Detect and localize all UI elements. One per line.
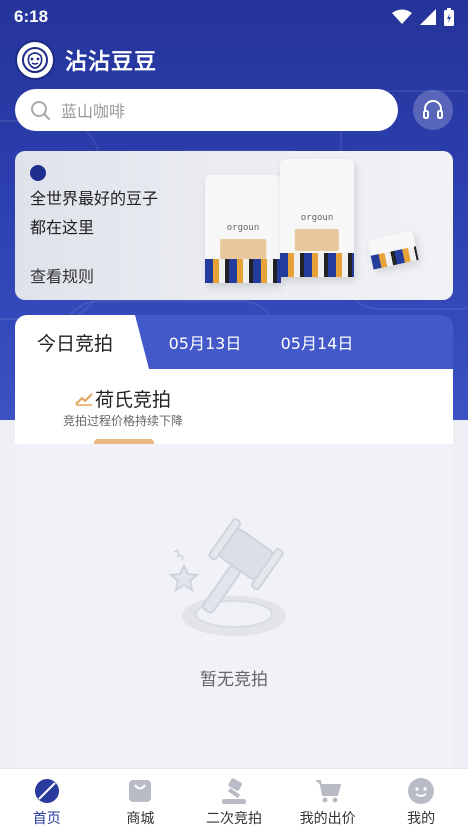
search-placeholder: 蓝山咖啡 (61, 102, 126, 121)
tab-may-14[interactable]: 05月14日 (267, 315, 367, 369)
nav-my-bids[interactable]: 我的出价 (281, 769, 375, 832)
auction-hammer-icon (168, 518, 286, 636)
status-time: 6:18 (14, 7, 49, 26)
nav-mall-label: 商城 (126, 811, 155, 827)
search-icon (31, 101, 50, 120)
tab-may-13[interactable]: 05月13日 (155, 315, 255, 369)
promo-banner[interactable]: 全世界最好的豆子 都在这里 查看规则 orgoun orgoun (15, 151, 453, 300)
date-tabs: 今日竞拍 05月13日 05月14日 (15, 315, 453, 369)
search-row: 蓝山咖啡 (15, 89, 453, 131)
auction-section-header: 荷氏竞拍 竞拍过程价格持续下降 (15, 369, 453, 445)
section-title: 荷氏竞拍 (95, 389, 172, 411)
profile-avatar-icon (408, 778, 435, 804)
nav-profile-label: 我的 (407, 811, 436, 827)
status-bar: 6:18 (0, 0, 468, 34)
headset-icon (423, 100, 443, 119)
nav-second-auction-label: 二次竞拍 (205, 811, 262, 827)
nav-profile[interactable]: 我的 (374, 769, 468, 832)
bag-brand-text: orgoun (226, 223, 260, 233)
nav-mall[interactable]: 商城 (94, 769, 188, 832)
coffee-mascot-icon (22, 47, 48, 73)
shopping-bag-icon (129, 780, 152, 802)
view-rules-link[interactable]: 查看规则 (30, 263, 94, 287)
section-subtitle: 竞拍过程价格持续下降 (63, 414, 184, 428)
coffee-cup-image (367, 230, 419, 270)
coffee-bean-icon (34, 779, 59, 803)
banner-subheadline: 都在这里 (30, 218, 95, 237)
nav-my-bids-label: 我的出价 (299, 811, 356, 827)
bottom-nav: 首页 商城 二次竞拍 我的出价 我的 (0, 768, 468, 832)
app-logo (15, 40, 55, 80)
empty-state: 暂无竞拍 (15, 444, 453, 774)
bag-brand-text: orgoun (300, 213, 334, 223)
wifi-icon (392, 9, 412, 24)
search-input[interactable]: 蓝山咖啡 (15, 89, 398, 131)
battery-icon (444, 8, 454, 26)
auction-hammer-icon (221, 778, 246, 804)
banner-headline: 全世界最好的豆子 (30, 189, 159, 208)
app-header: 沾沾豆豆 (15, 40, 157, 80)
trend-down-icon (75, 392, 93, 406)
nav-second-auction[interactable]: 二次竞拍 (187, 769, 281, 832)
empty-state-text: 暂无竞拍 (200, 670, 268, 690)
signal-icon (420, 9, 436, 25)
cart-icon (315, 780, 341, 803)
tab-today[interactable]: 今日竞拍 (15, 315, 149, 369)
section-title-row: 荷氏竞拍 (75, 385, 171, 412)
nav-home-label: 首页 (32, 811, 61, 827)
app-title: 沾沾豆豆 (65, 50, 158, 75)
coffee-bag-image: orgoun (205, 175, 281, 283)
coffee-bag-image: orgoun (280, 159, 354, 277)
customer-service-button[interactable] (413, 90, 453, 130)
nav-home[interactable]: 首页 (0, 769, 94, 832)
coffee-bean-icon (30, 165, 46, 181)
